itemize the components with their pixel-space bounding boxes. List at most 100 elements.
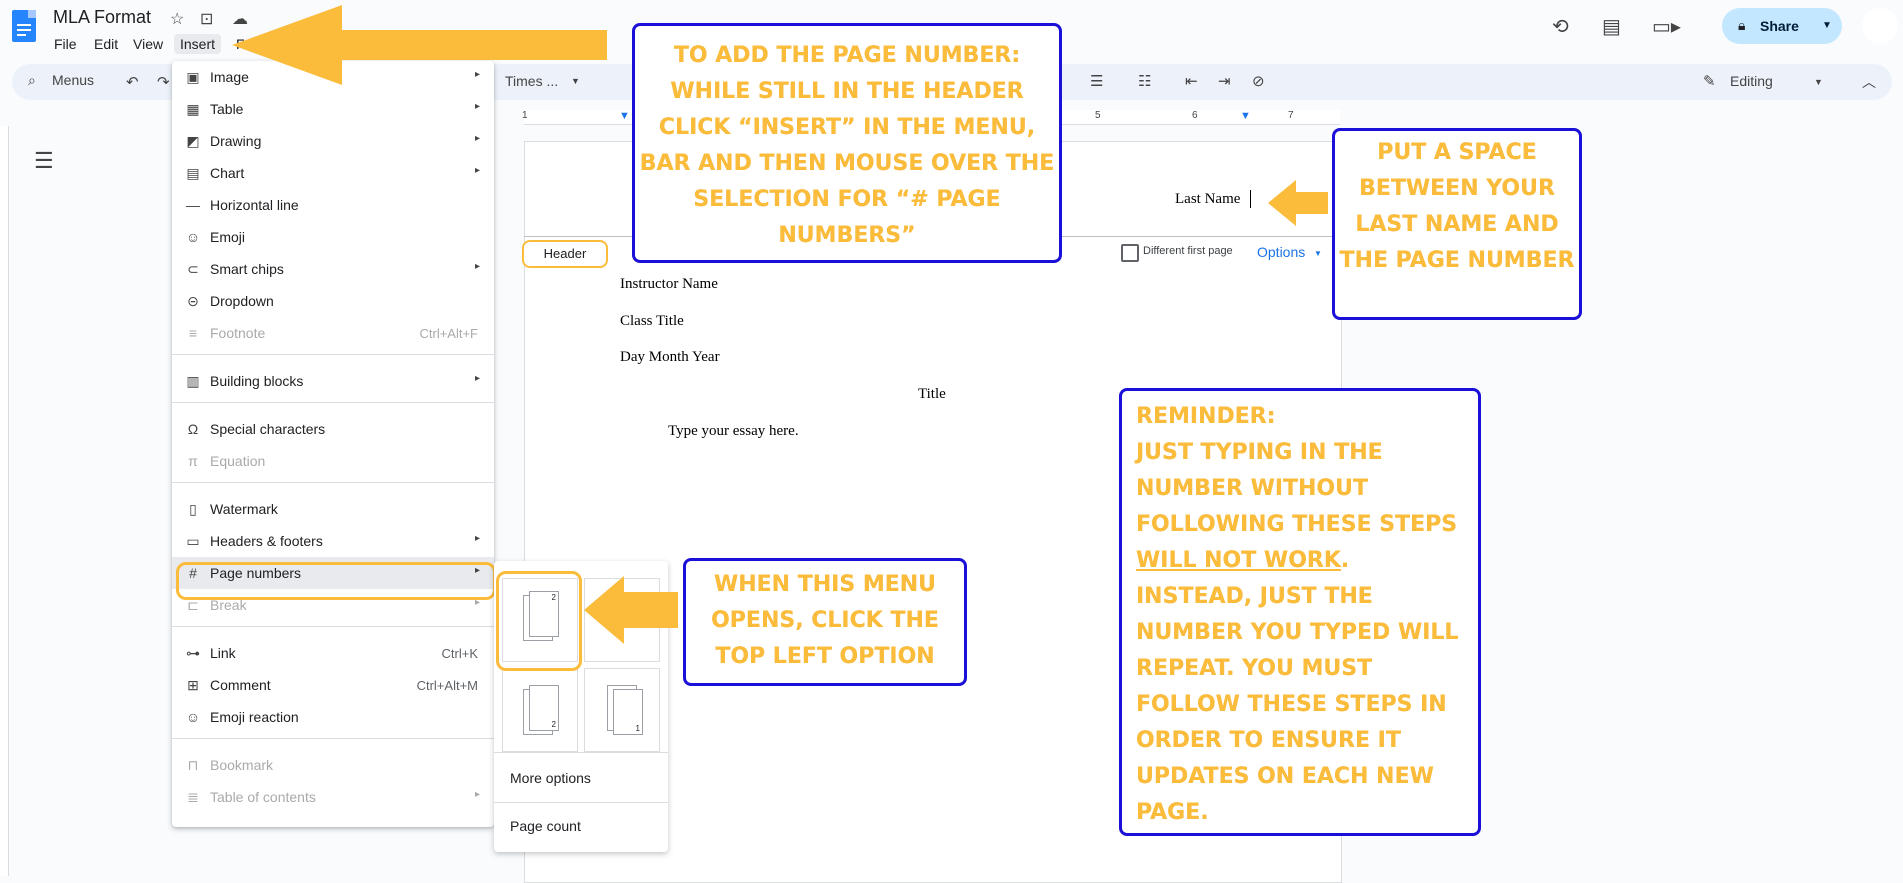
undo-icon[interactable]: ↶	[126, 73, 139, 91]
date-line[interactable]: Day Month Year	[620, 349, 720, 366]
submenu-divider	[494, 802, 668, 803]
menu-item-table[interactable]: ▦ Table ▸	[172, 93, 494, 125]
smart-chips-icon: ⊂	[187, 261, 199, 277]
page-sheet-icon: 1	[613, 689, 643, 735]
menu-item-headers-footers[interactable]: ▭ Headers & footers ▸	[172, 525, 494, 557]
header-last-name[interactable]: Last Name	[1175, 191, 1240, 208]
star-icon[interactable]: ☆	[170, 9, 184, 29]
editing-mode-select[interactable]: Editing	[1730, 73, 1773, 89]
submenu-arrow-icon: ▸	[474, 101, 480, 112]
different-first-page-checkbox[interactable]	[1121, 244, 1139, 262]
ruler-tick: 7	[1288, 110, 1294, 121]
menu-item-building-blocks[interactable]: ▥ Building blocks ▸	[172, 365, 494, 397]
page-count-item[interactable]: Page count	[510, 818, 581, 834]
page-digit: 2	[551, 720, 556, 729]
menu-item-emoji[interactable]: ☺ Emoji	[172, 221, 494, 253]
avatar[interactable]	[1862, 8, 1898, 44]
menu-item-label: Building blocks	[210, 373, 304, 389]
bullet-list-icon[interactable]: ☰	[1090, 72, 1103, 90]
menu-separator	[172, 402, 494, 403]
menu-item-label: Horizontal line	[210, 197, 299, 213]
menu-item-link[interactable]: ⊶ Link Ctrl+K	[172, 637, 494, 669]
menu-item-smart-chips[interactable]: ⊂ Smart chips ▸	[172, 253, 494, 285]
docs-logo-icon[interactable]	[12, 10, 36, 42]
text-cursor	[1250, 190, 1251, 208]
menu-edit[interactable]: Edit	[88, 34, 124, 54]
menu-item-comment[interactable]: ⊞ Comment Ctrl+Alt+M	[172, 669, 494, 701]
instructor-name-line[interactable]: Instructor Name	[620, 276, 718, 293]
arrow-to-option-icon	[584, 576, 678, 644]
menu-item-shortcut: Ctrl+Alt+F	[419, 326, 478, 341]
page-number-bottom-right-option[interactable]: 2	[502, 668, 578, 752]
menu-item-bookmark[interactable]: ⊓ Bookmark	[172, 749, 494, 781]
meet-icon[interactable]: ▭▸	[1652, 14, 1681, 39]
editing-dropdown-icon[interactable]: ▼	[1814, 77, 1823, 87]
menu-item-footnote[interactable]: ≡ Footnote Ctrl+Alt+F	[172, 317, 494, 349]
instruction-callout-submenu: When this menu opens, click the top left…	[683, 558, 967, 686]
numbered-list-icon[interactable]: ☷	[1138, 72, 1151, 90]
ruler-tick: 1	[522, 110, 528, 121]
submenu-arrow-icon: ▸	[474, 133, 480, 144]
essay-title[interactable]: Title	[918, 386, 946, 403]
left-indent-marker-icon[interactable]: ▼	[619, 110, 630, 122]
menu-item-label: Emoji	[210, 229, 246, 245]
menu-item-equation[interactable]: π Equation	[172, 445, 494, 477]
menu-item-label: Emoji reaction	[210, 709, 299, 725]
decrease-indent-icon[interactable]: ⇤	[1185, 72, 1198, 90]
lock-icon: 🔒︎	[1738, 17, 1746, 33]
emoji-icon: ☺	[185, 229, 201, 245]
class-title-line[interactable]: Class Title	[620, 313, 684, 330]
menu-item-shortcut: Ctrl+Alt+M	[416, 678, 478, 693]
menu-item-special-characters[interactable]: Ω Special characters	[172, 413, 494, 445]
document-outline-icon[interactable]: ☰	[34, 148, 54, 174]
search-icon: ⌕	[28, 72, 36, 88]
page-numbers-highlight	[176, 562, 496, 600]
emoji-reaction-icon: ☺	[185, 709, 201, 725]
document-title[interactable]: MLA Format	[53, 7, 151, 28]
vertical-ruler[interactable]	[0, 126, 9, 876]
menu-item-label: Footnote	[210, 325, 266, 341]
menu-item-label: Special characters	[210, 421, 326, 437]
search-menus-button[interactable]: Menus	[52, 72, 94, 88]
clear-formatting-icon[interactable]: ⊘	[1252, 72, 1265, 90]
menu-item-emoji-reaction[interactable]: ☺ Emoji reaction	[172, 701, 494, 733]
page-digit: 1	[635, 724, 640, 733]
arrow-to-header-icon	[1268, 180, 1328, 226]
menu-item-horizontal-line[interactable]: — Horizontal line	[172, 189, 494, 221]
menu-item-drawing[interactable]: ◩ Drawing ▸	[172, 125, 494, 157]
menu-item-watermark[interactable]: ▯ Watermark	[172, 493, 494, 525]
header-options-button[interactable]: Options	[1257, 244, 1305, 260]
increase-indent-icon[interactable]: ⇥	[1218, 72, 1231, 90]
menu-item-label: Drawing	[210, 133, 262, 149]
history-icon[interactable]: ⟲	[1552, 14, 1569, 39]
essay-body[interactable]: Type your essay here.	[668, 423, 799, 440]
collapse-toolbar-icon[interactable]: ︿	[1862, 72, 1876, 92]
menu-view[interactable]: View	[127, 34, 169, 54]
submenu-arrow-icon: ▸	[474, 789, 480, 800]
menu-item-label: Watermark	[210, 501, 278, 517]
ruler-tick: 6	[1192, 110, 1198, 121]
menu-item-label: Dropdown	[210, 293, 274, 309]
menu-item-label: Comment	[210, 677, 271, 693]
move-folder-icon[interactable]: ⊡	[200, 9, 213, 29]
page-number-bottom-right-skip-first-option[interactable]: 1	[584, 668, 660, 752]
menu-item-label: Table of contents	[210, 789, 316, 805]
comment-icon: ⊞	[187, 677, 199, 693]
menu-item-label: Table	[210, 101, 244, 117]
menu-item-dropdown[interactable]: ⊝ Dropdown	[172, 285, 494, 317]
menu-item-table-of-contents[interactable]: ≣ Table of contents ▸	[172, 781, 494, 813]
menu-item-chart[interactable]: ▤ Chart ▸	[172, 157, 494, 189]
menu-separator	[172, 626, 494, 627]
image-icon: ▣	[186, 69, 200, 85]
top-left-option-highlight	[496, 571, 582, 671]
menu-insert[interactable]: Insert	[174, 34, 222, 54]
comments-icon[interactable]: ▤	[1602, 14, 1621, 39]
table-icon: ▦	[186, 101, 200, 117]
redo-icon[interactable]: ↷	[157, 73, 170, 91]
menu-file[interactable]: File	[48, 34, 83, 54]
right-indent-marker-icon[interactable]: ▼	[1240, 110, 1251, 122]
submenu-arrow-icon: ▸	[474, 165, 480, 176]
share-dropdown-icon[interactable]: ▼	[1822, 20, 1832, 31]
more-options-item[interactable]: More options	[510, 770, 591, 786]
options-dropdown-icon[interactable]: ▼	[1314, 249, 1322, 258]
